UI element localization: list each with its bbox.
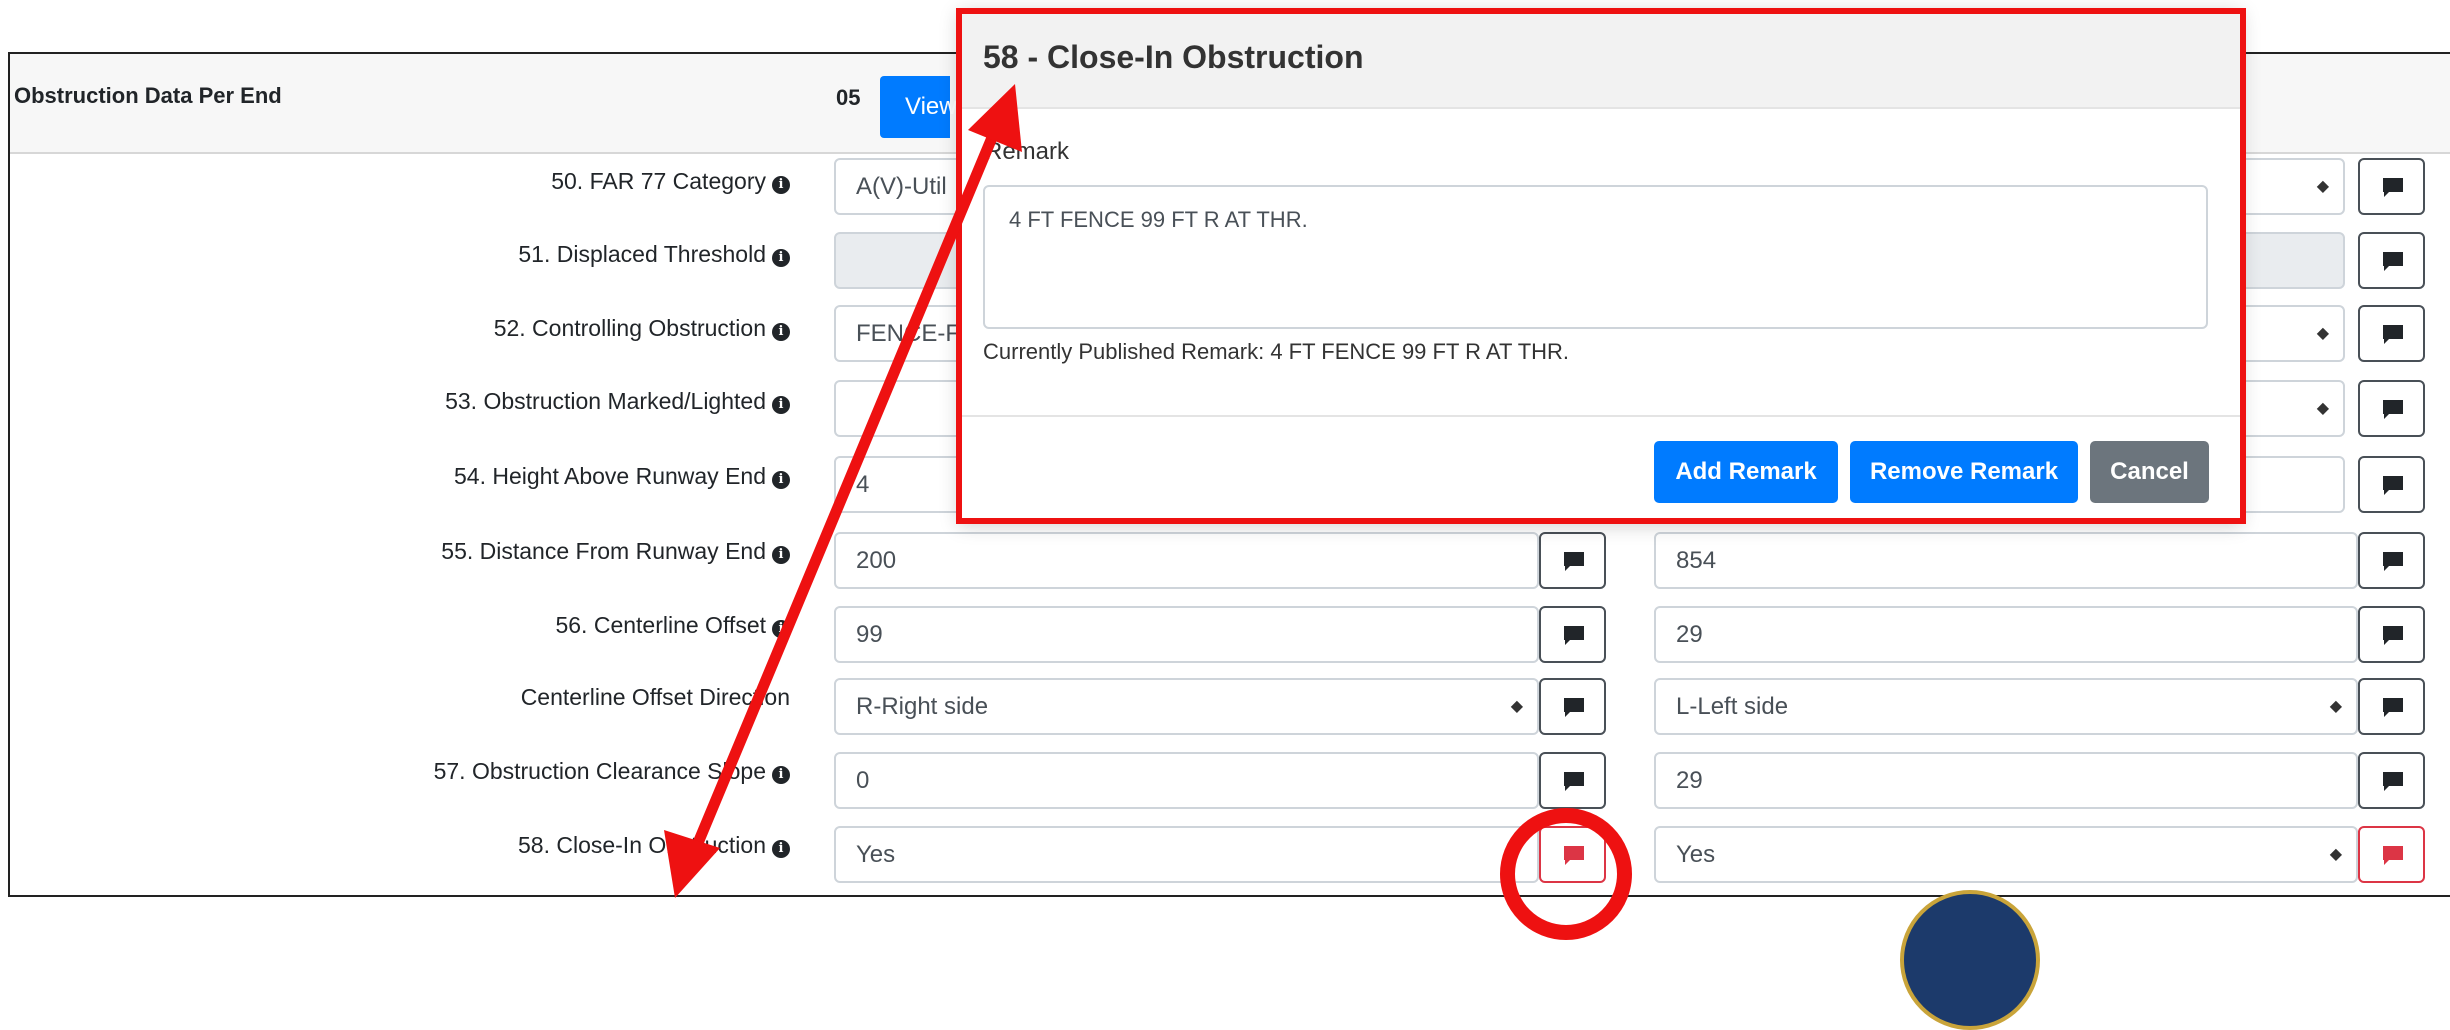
comment-icon [2383,400,2403,419]
clearance-slope-left-comment-button[interactable] [1539,752,1606,809]
distance-from-runway-left-input[interactable]: 200 [834,532,1539,589]
distance-from-runway-right-input[interactable]: 854 [1654,532,2358,589]
centerline-offset-left-comment-button[interactable] [1539,606,1606,663]
comment-icon [1564,626,1584,645]
info-icon[interactable]: i [772,546,790,564]
far77-right-comment-button[interactable] [2358,158,2425,215]
distance-from-runway-right-comment-button[interactable] [2358,532,2425,589]
info-icon[interactable]: i [772,840,790,858]
sort-caret-icon: ◆ [2329,698,2342,715]
info-icon[interactable]: i [772,766,790,784]
centerline-direction-left-select[interactable]: R-Right side ◆ [834,678,1539,735]
comment-icon [2383,476,2403,495]
comment-icon [1564,698,1584,717]
clearance-slope-right-input[interactable]: 29 [1654,752,2358,809]
published-remark: Currently Published Remark: 4 FT FENCE 9… [983,339,1570,364]
agency-seal [1900,890,2040,1030]
distance-from-runway-left-comment-button[interactable] [1539,532,1606,589]
marked-lighted-right-comment-button[interactable] [2358,380,2425,437]
sort-caret-icon: ◆ [1510,698,1523,715]
modal-header: 58 - Close-In Obstruction [959,9,2241,109]
comment-icon [2383,325,2403,344]
centerline-direction-left-comment-button[interactable] [1539,678,1606,735]
remark-label: Remark [985,138,1070,165]
comment-icon [2383,846,2403,865]
comment-icon [2383,552,2403,571]
centerline-offset-left-input[interactable]: 99 [834,606,1539,663]
modal-divider [959,415,2241,417]
close-in-left-comment-button[interactable] [1539,826,1606,883]
height-above-runway-right-comment-button[interactable] [2358,456,2425,513]
panel-title: Obstruction Data Per End [14,83,282,108]
comment-icon [2383,772,2403,791]
row-label-distance-from-runway: 55. Distance From Runway End i [30,538,790,565]
runway-end-label: 05 [836,85,861,110]
comment-icon [1564,772,1584,791]
info-icon[interactable]: i [772,323,790,341]
row-label-close-in-obstruction: 58. Close-In Obstruction i [30,832,790,859]
close-in-right-select[interactable]: Yes ◆ [1654,826,2358,883]
displaced-threshold-right-comment-button[interactable] [2358,232,2425,289]
centerline-offset-right-comment-button[interactable] [2358,606,2425,663]
comment-icon [2383,178,2403,197]
row-label-clearance-slope: 57. Obstruction Clearance Slope i [30,758,790,785]
info-icon[interactable]: i [772,176,790,194]
row-label-far77: 50. FAR 77 Category i [30,168,790,195]
sort-caret-icon: ◆ [2316,325,2329,342]
comment-icon [2383,698,2403,717]
row-label-displaced-threshold: 51. Displaced Threshold i [30,241,790,268]
row-label-marked-lighted: 53. Obstruction Marked/Lighted i [30,388,790,415]
remark-textarea[interactable]: 4 FT FENCE 99 FT R AT THR. [983,185,2208,329]
close-in-right-comment-button[interactable] [2358,826,2425,883]
comment-icon [1564,846,1584,865]
remark-modal: 58 - Close-In Obstruction Remark 4 FT FE… [958,8,2242,522]
centerline-offset-right-input[interactable]: 29 [1654,606,2358,663]
clearance-slope-right-comment-button[interactable] [2358,752,2425,809]
clearance-slope-left-input[interactable]: 0 [834,752,1539,809]
info-icon[interactable]: i [772,249,790,267]
cancel-button[interactable]: Cancel [2090,441,2209,503]
modal-title: 58 - Close-In Obstruction [983,39,1364,75]
controlling-obstruction-right-comment-button[interactable] [2358,305,2425,362]
row-label-height-above-runway: 54. Height Above Runway End i [30,463,790,490]
info-icon[interactable]: i [772,396,790,414]
comment-icon [2383,626,2403,645]
centerline-direction-right-select[interactable]: L-Left side ◆ [1654,678,2358,735]
row-label-centerline-direction: Centerline Offset Direction [520,684,790,710]
sort-caret-icon: ◆ [2316,178,2329,195]
centerline-direction-right-comment-button[interactable] [2358,678,2425,735]
comment-icon [1564,552,1584,571]
row-label-controlling-obstruction: 52. Controlling Obstruction i [30,315,790,342]
view-button[interactable]: View [880,76,957,138]
sort-caret-icon: ◆ [2316,400,2329,417]
row-label-centerline-offset: 56. Centerline Offset i [30,612,790,639]
sort-caret-icon: ◆ [2329,846,2342,863]
add-remark-button[interactable]: Add Remark [1654,441,1838,503]
info-icon[interactable]: i [772,620,790,638]
info-icon[interactable]: i [772,471,790,489]
close-in-left-select[interactable]: Yes [834,826,1539,883]
comment-icon [2383,252,2403,271]
remove-remark-button[interactable]: Remove Remark [1850,441,2078,503]
